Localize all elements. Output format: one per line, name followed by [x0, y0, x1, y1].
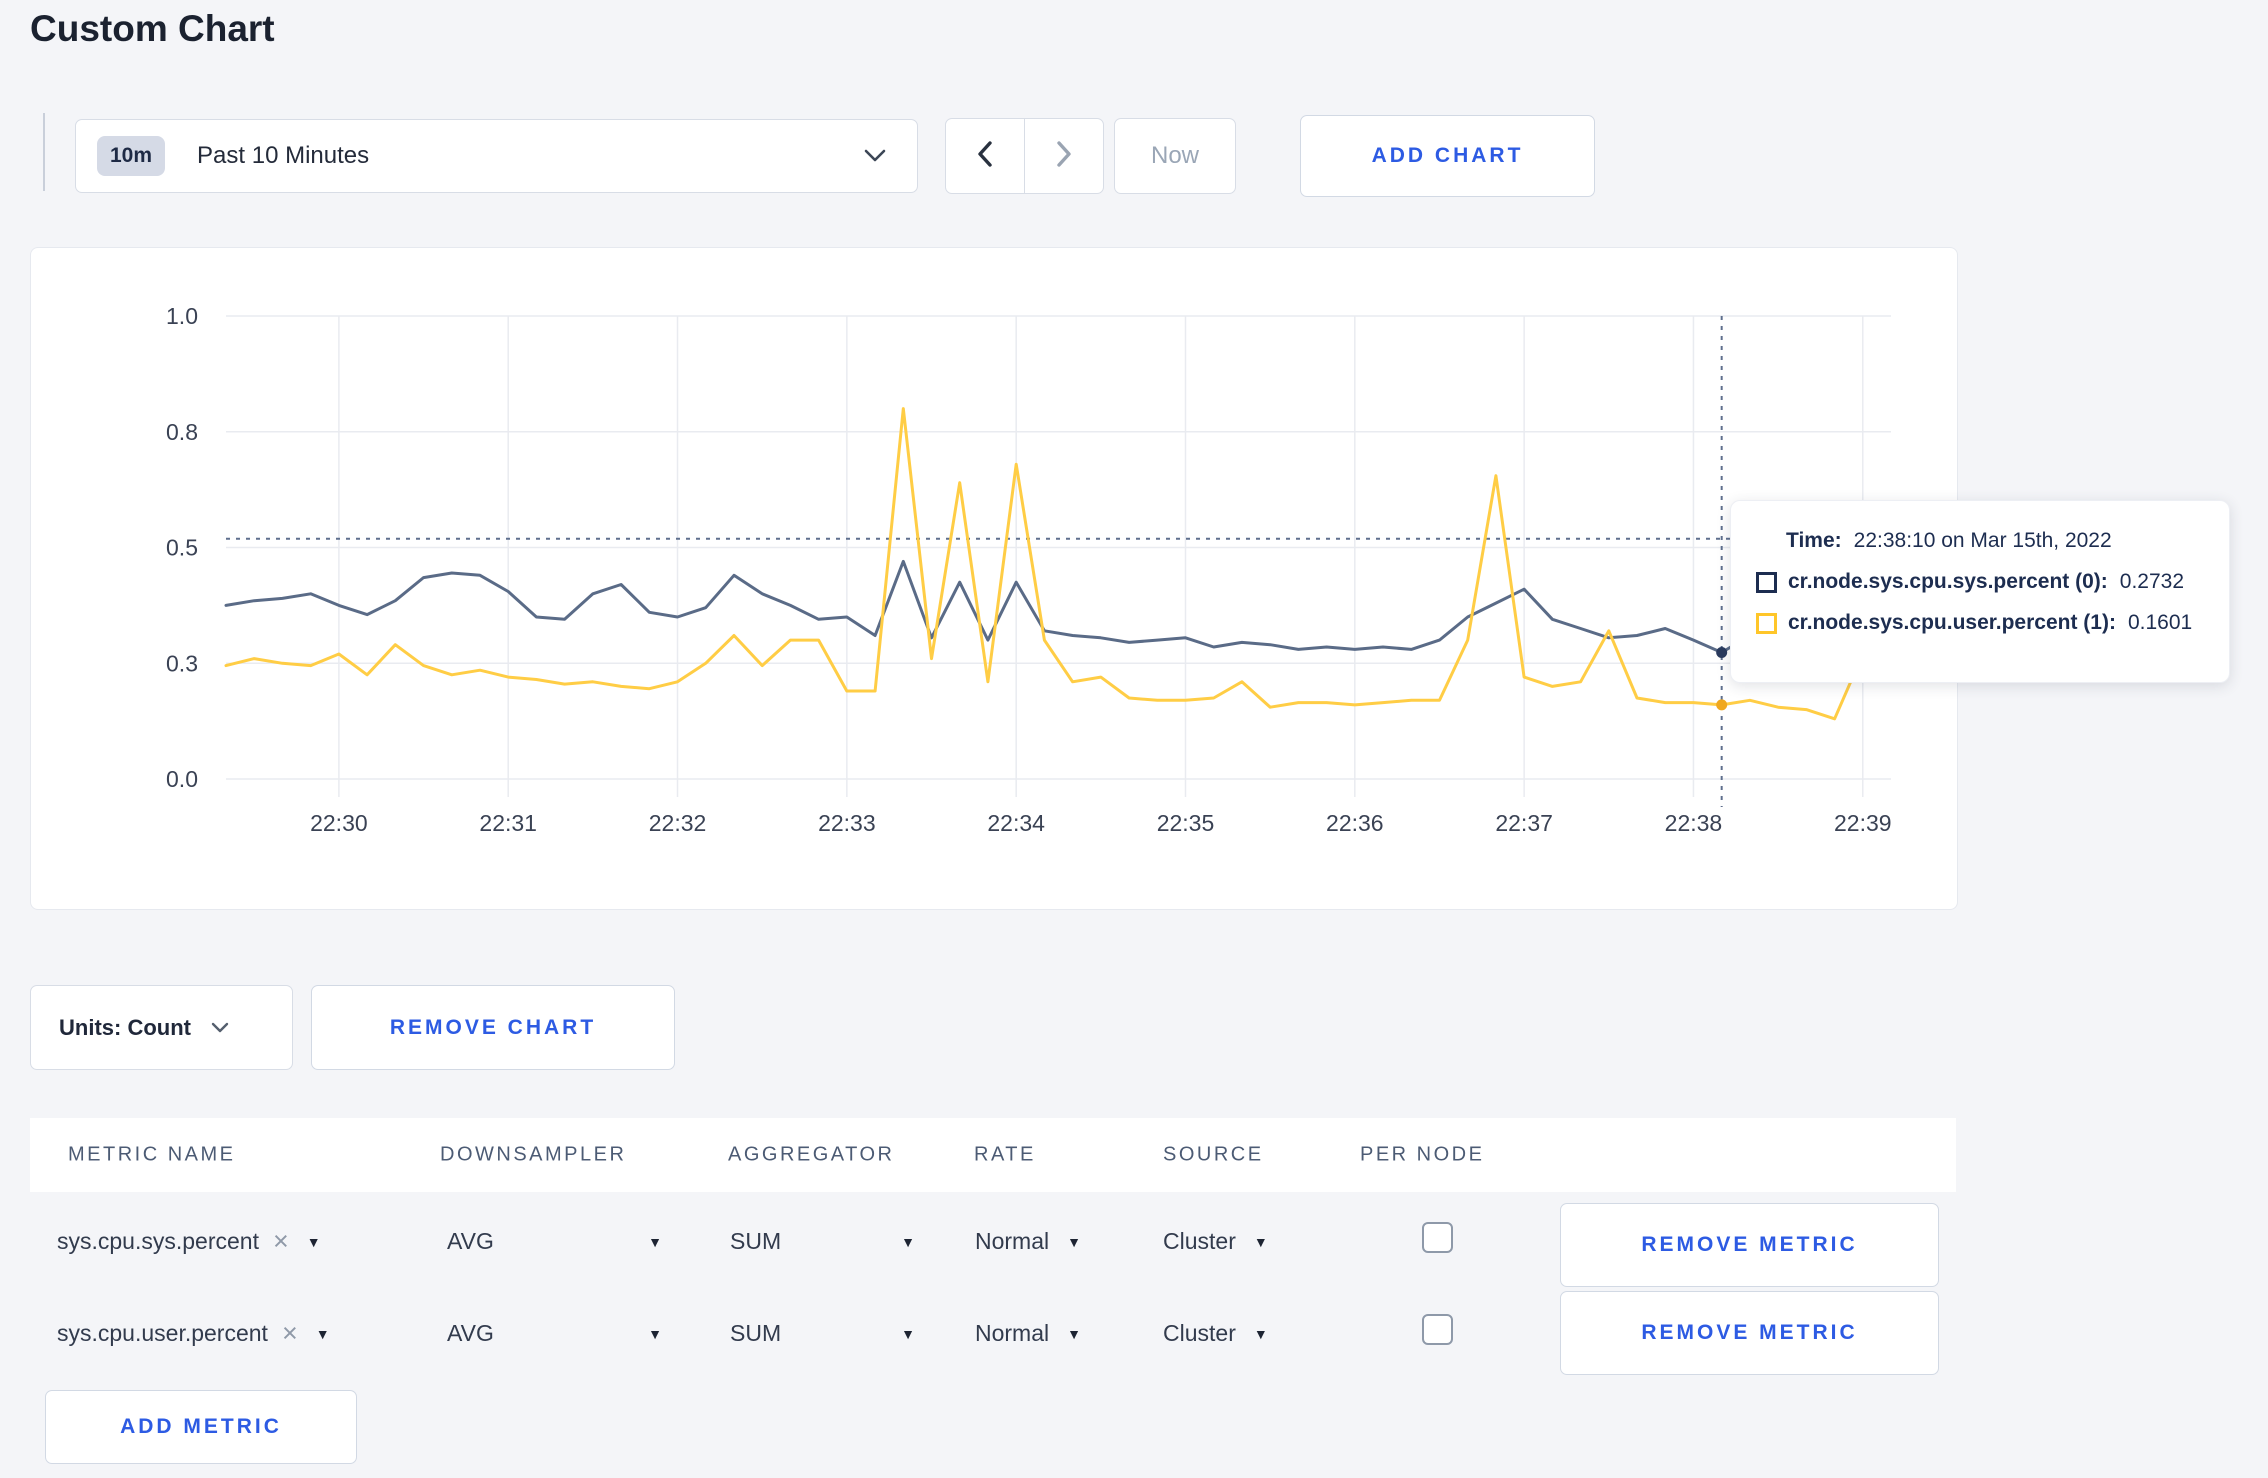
- col-header-rate: RATE: [974, 1143, 1036, 1166]
- tooltip-series-value: 0.1601: [2127, 611, 2193, 634]
- add-metric-button[interactable]: ADD METRIC: [45, 1390, 357, 1464]
- x-tick-label: 22:32: [649, 810, 707, 836]
- dropdown-arrow-icon: ▼: [1067, 1233, 1081, 1250]
- sys-series-swatch-icon: [1756, 571, 1777, 593]
- metric-name-value: sys.cpu.sys.percent: [57, 1228, 259, 1254]
- prev-time-button[interactable]: [946, 119, 1024, 193]
- col-header-downsampler: DOWNSAMPLER: [440, 1143, 627, 1166]
- y-tick-label: 0.0: [166, 766, 198, 792]
- dropdown-arrow-icon: ▼: [1067, 1325, 1081, 1342]
- custom-chart-page: Custom Chart 10m Past 10 Minutes Now ADD…: [0, 0, 2268, 1478]
- chart-card: 0.0 0.3 0.5 0.8 1.0 22:30 22:31 22:32 22:33 22:34…: [30, 247, 1958, 910]
- tooltip-series-row: cr.node.sys.cpu.sys.percent (0): 0.2732: [1731, 570, 2209, 594]
- y-tick-label: 0.3: [166, 650, 198, 676]
- x-tick-label: 22:36: [1326, 810, 1384, 836]
- time-pager: [945, 118, 1104, 194]
- clear-x-icon[interactable]: ×: [273, 1228, 289, 1255]
- dropdown-arrow-icon: ▼: [648, 1233, 662, 1250]
- tooltip-series-value: 0.2732: [2119, 570, 2185, 593]
- tooltip-time-value: 22:38:10 on Mar 15th, 2022: [1853, 529, 2112, 552]
- time-range-select[interactable]: 10m Past 10 Minutes: [75, 119, 918, 193]
- col-header-aggregator: AGGREGATOR: [728, 1143, 895, 1166]
- aggregator-value: SUM: [730, 1320, 782, 1346]
- tooltip-series-row: cr.node.sys.cpu.user.percent (1): 0.1601: [1731, 611, 2209, 635]
- x-tick-label: 22:35: [1157, 810, 1215, 836]
- timeseries-chart[interactable]: 0.0 0.3 0.5 0.8 1.0 22:30 22:31 22:32 22:33 22:34…: [31, 248, 1957, 909]
- hover-point: [1716, 647, 1728, 659]
- downsampler-value: AVG: [447, 1320, 494, 1346]
- series-line: [224, 407, 1893, 721]
- dropdown-arrow-icon: ▼: [306, 1233, 321, 1250]
- x-tick-label: 22:37: [1495, 810, 1553, 836]
- aggregator-value: SUM: [730, 1228, 782, 1254]
- time-range-badge: 10m: [97, 136, 166, 176]
- clear-x-icon[interactable]: ×: [282, 1320, 298, 1347]
- units-label: Units: Count: [59, 1014, 191, 1040]
- aggregator-select[interactable]: SUM ▼: [730, 1228, 915, 1255]
- col-header-source: SOURCE: [1163, 1143, 1264, 1166]
- chevron-down-icon: [211, 1022, 229, 1034]
- source-select[interactable]: Cluster ▼: [1163, 1228, 1268, 1255]
- chevron-left-icon: [975, 140, 995, 173]
- dropdown-arrow-icon: ▼: [901, 1233, 915, 1250]
- metric-name-value: sys.cpu.user.percent: [57, 1320, 268, 1346]
- add-chart-button[interactable]: ADD CHART: [1300, 115, 1595, 197]
- dropdown-arrow-icon: ▼: [315, 1325, 330, 1342]
- downsampler-select[interactable]: AVG ▼: [447, 1320, 662, 1347]
- x-tick-label: 22:31: [479, 810, 537, 836]
- hover-point: [1716, 699, 1728, 711]
- remove-metric-button[interactable]: REMOVE METRIC: [1560, 1203, 1939, 1287]
- page-title: Custom Chart: [30, 8, 275, 49]
- y-tick-label: 0.5: [166, 535, 198, 561]
- y-tick-label: 1.0: [166, 303, 198, 329]
- per-node-checkbox[interactable]: [1422, 1222, 1453, 1253]
- chevron-down-icon: [863, 148, 887, 164]
- source-value: Cluster: [1163, 1320, 1236, 1346]
- metric-name-select[interactable]: sys.cpu.sys.percent × ▼: [57, 1228, 321, 1255]
- series-line: [224, 559, 1893, 654]
- rate-value: Normal: [975, 1228, 1050, 1254]
- col-header-per-node: PER NODE: [1360, 1143, 1485, 1166]
- x-tick-label: 22:34: [987, 810, 1045, 836]
- x-tick-label: 22:33: [818, 810, 876, 836]
- tooltip-series-name: cr.node.sys.cpu.sys.percent (0):: [1788, 570, 2108, 593]
- chevron-right-icon: [1054, 140, 1074, 173]
- y-tick-label: 0.8: [166, 419, 198, 445]
- dropdown-arrow-icon: ▼: [1253, 1325, 1268, 1342]
- downsampler-select[interactable]: AVG ▼: [447, 1228, 662, 1255]
- toolbar-divider: [43, 113, 45, 191]
- x-tick-label: 22:38: [1665, 810, 1723, 836]
- dropdown-arrow-icon: ▼: [1253, 1233, 1268, 1250]
- rate-select[interactable]: Normal ▼: [975, 1228, 1081, 1255]
- remove-metric-button[interactable]: REMOVE METRIC: [1560, 1291, 1939, 1375]
- downsampler-value: AVG: [447, 1228, 494, 1254]
- rate-value: Normal: [975, 1320, 1050, 1346]
- dropdown-arrow-icon: ▼: [901, 1325, 915, 1342]
- now-button[interactable]: Now: [1114, 118, 1236, 194]
- remove-chart-button[interactable]: REMOVE CHART: [311, 985, 675, 1070]
- chart-tooltip: Time: 22:38:10 on Mar 15th, 2022 cr.node…: [1730, 500, 2230, 683]
- col-header-metric-name: METRIC NAME: [68, 1143, 236, 1166]
- metric-name-select[interactable]: sys.cpu.user.percent × ▼: [57, 1320, 330, 1347]
- x-tick-label: 22:30: [310, 810, 368, 836]
- x-tick-label: 22:39: [1834, 810, 1892, 836]
- time-range-label: Past 10 Minutes: [197, 142, 370, 169]
- metrics-table-header: METRIC NAME DOWNSAMPLER AGGREGATOR RATE …: [30, 1118, 1956, 1192]
- tooltip-time-label: Time:: [1786, 529, 1842, 552]
- tooltip-time-row: Time: 22:38:10 on Mar 15th, 2022: [1731, 529, 2209, 553]
- per-node-checkbox[interactable]: [1422, 1314, 1453, 1345]
- tooltip-series-name: cr.node.sys.cpu.user.percent (1):: [1788, 611, 2116, 634]
- source-select[interactable]: Cluster ▼: [1163, 1320, 1268, 1347]
- next-time-button[interactable]: [1024, 119, 1103, 193]
- aggregator-select[interactable]: SUM ▼: [730, 1320, 915, 1347]
- user-series-swatch-icon: [1756, 612, 1777, 634]
- units-select[interactable]: Units: Count: [30, 985, 293, 1070]
- dropdown-arrow-icon: ▼: [648, 1325, 662, 1342]
- source-value: Cluster: [1163, 1228, 1236, 1254]
- rate-select[interactable]: Normal ▼: [975, 1320, 1081, 1347]
